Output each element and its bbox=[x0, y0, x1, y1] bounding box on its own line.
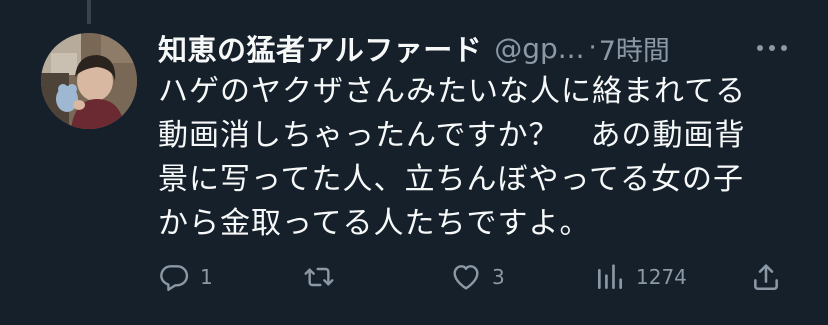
retweet-icon bbox=[304, 267, 334, 287]
reply-icon bbox=[160, 265, 189, 291]
avatar[interactable] bbox=[41, 33, 137, 129]
tweet[interactable]: 知恵の猛者アルファード @gp... · 7時間 ハゲのヤクザさんみたいな人に絡… bbox=[0, 0, 828, 325]
retweet-button[interactable] bbox=[302, 260, 346, 294]
reply-button[interactable]: 1 bbox=[158, 260, 213, 294]
display-name[interactable]: 知恵の猛者アルファード bbox=[158, 27, 482, 69]
tweet-text-line: 動画消しちゃったんですか？ あの動画背 bbox=[158, 118, 746, 153]
heart-icon bbox=[453, 265, 479, 290]
more-horizontal-icon bbox=[757, 45, 787, 51]
thread-connector-line bbox=[87, 0, 91, 24]
action-bar: 1 3 1274 bbox=[158, 260, 798, 294]
reply-count: 1 bbox=[200, 265, 213, 289]
views-chart-icon bbox=[598, 264, 622, 289]
share-button[interactable] bbox=[750, 260, 782, 294]
tweet-header: 知恵の猛者アルファード @gp... · 7時間 bbox=[158, 26, 798, 70]
tweet-text: ハゲのヤクザさんみたいな人に絡まれてる 動画消しちゃったんですか？ あの動画背 … bbox=[158, 70, 798, 246]
like-button[interactable]: 3 bbox=[450, 260, 505, 294]
tweet-text-line: ハゲのヤクザさんみたいな人に絡まれてる bbox=[158, 74, 747, 109]
more-options-button[interactable] bbox=[754, 36, 790, 60]
avatar-image bbox=[41, 33, 137, 129]
timestamp[interactable]: 7時間 bbox=[599, 29, 670, 68]
views-count: 1274 bbox=[636, 265, 687, 289]
share-icon bbox=[754, 264, 778, 290]
tweet-text-line: から金取ってる人たちですよ。 bbox=[158, 206, 591, 241]
views-button[interactable]: 1274 bbox=[594, 260, 687, 294]
separator-dot: · bbox=[588, 33, 597, 63]
tweet-text-line: 景に写ってた人、立ちんぼやってる女の子 bbox=[158, 162, 744, 197]
like-count: 3 bbox=[492, 265, 505, 289]
user-handle[interactable]: @gp... bbox=[494, 32, 584, 65]
